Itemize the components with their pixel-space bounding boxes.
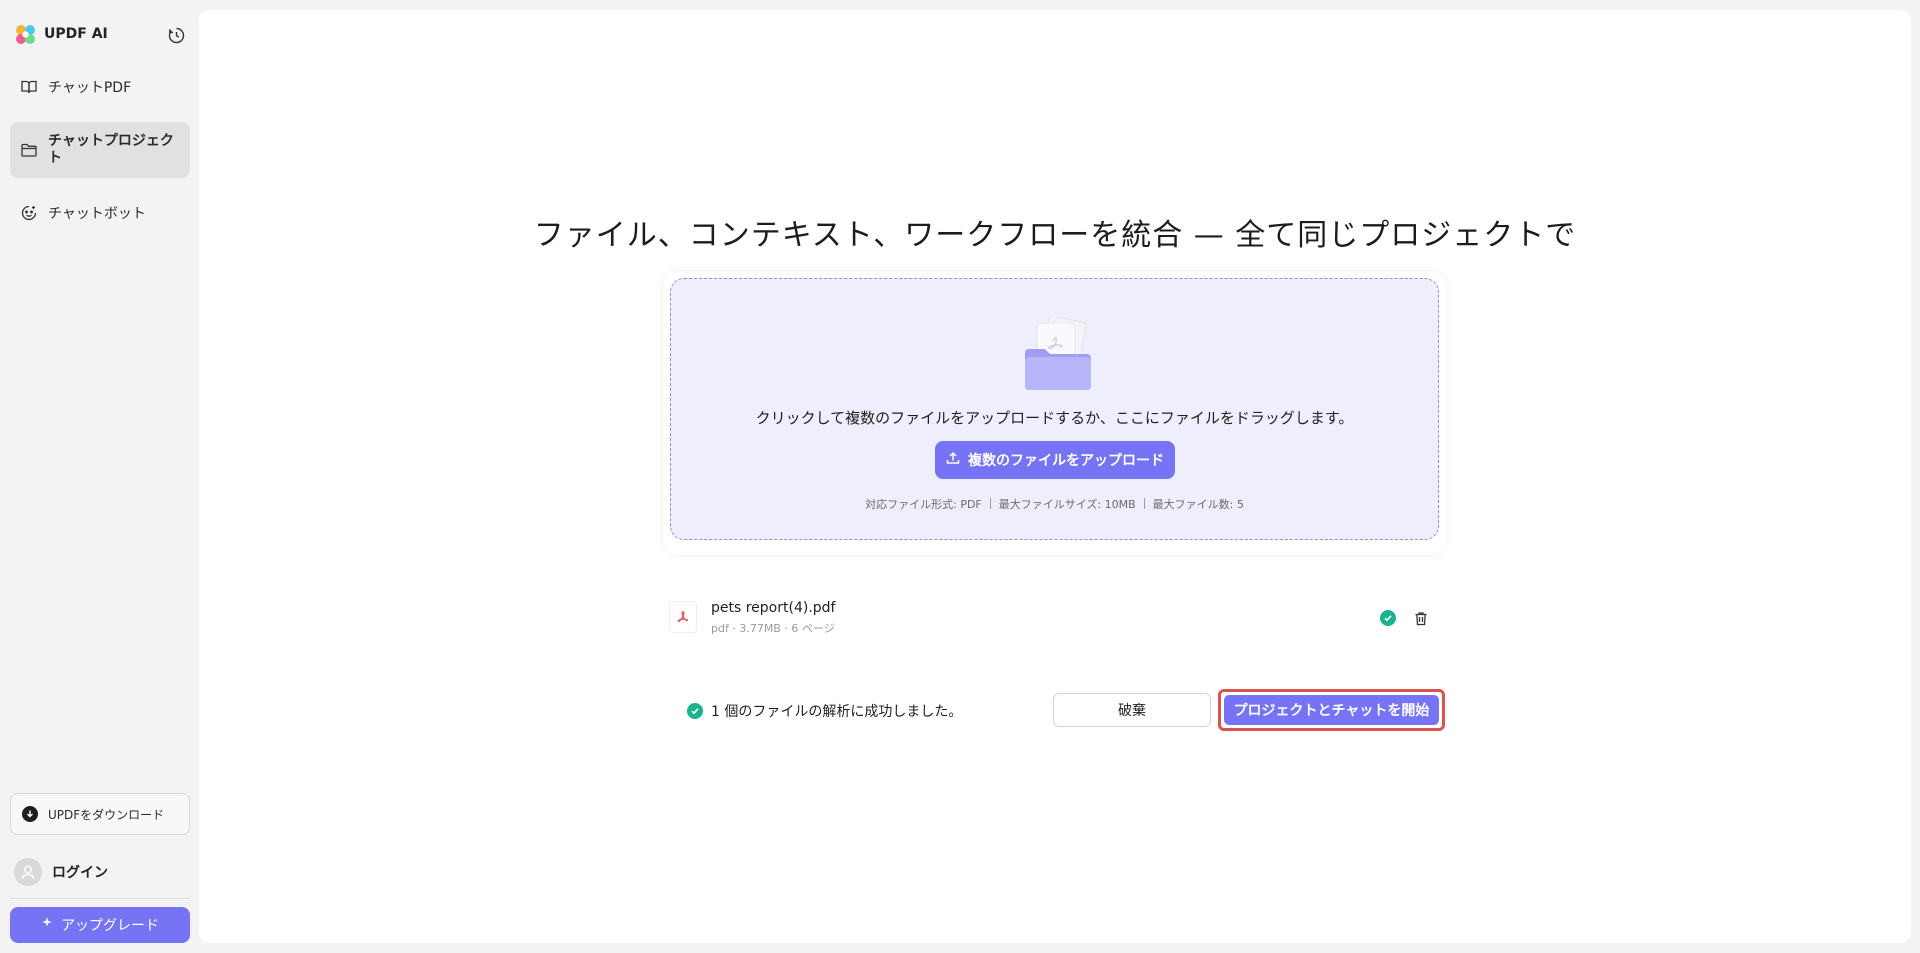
file-dropzone[interactable]: クリックして複数のファイルをアップロードするか、ここにファイルをドラッグします。…	[670, 278, 1439, 540]
divider	[10, 898, 190, 899]
download-label: UPDFをダウンロード	[48, 807, 165, 822]
sparkle-icon	[41, 917, 53, 933]
sidebar-item-chatbot[interactable]: チャットボット	[10, 200, 190, 226]
sidebar-item-chat-pdf[interactable]: チャットPDF	[10, 74, 190, 100]
download-updf-button[interactable]: UPDFをダウンロード	[10, 793, 190, 835]
status-text: 1 個のファイルの解析に成功しました。	[711, 704, 963, 720]
upload-icon	[946, 451, 960, 469]
trash-icon[interactable]	[1412, 609, 1430, 627]
sidebar-item-chat-project[interactable]: チャットプロジェクト	[10, 122, 190, 178]
pdf-file-icon	[669, 601, 697, 633]
login-label: ログイン	[52, 865, 108, 881]
parse-status: 1 個のファイルの解析に成功しました。	[687, 701, 962, 721]
page-title: ファイル、コンテキスト、ワークフローを統合 — 全て同じプロジェクトで	[533, 218, 1577, 253]
book-icon	[20, 78, 38, 96]
app-title: UPDF AI	[44, 26, 108, 42]
folder-icon	[20, 141, 38, 159]
updf-logo-icon	[15, 24, 36, 45]
sidebar: UPDF AI チャットPDF チャットプロジェクト チャットボット UPDFを…	[0, 0, 199, 953]
check-circle-icon	[687, 703, 703, 719]
history-icon[interactable]	[166, 25, 186, 45]
max-file-count: 最大ファイル数: 5	[1152, 498, 1244, 511]
dropzone-instruction: クリックして複数のファイルをアップロードするか、ここにファイルをドラッグします。	[755, 409, 1354, 427]
file-meta: pdf · 3.77MB · 6 ページ	[711, 622, 835, 635]
file-list-item: pets report(4).pdf pdf · 3.77MB · 6 ページ	[669, 597, 1439, 637]
sidebar-item-label: チャットボット	[48, 206, 146, 222]
download-icon	[22, 806, 38, 822]
login-button[interactable]: ログイン	[14, 858, 108, 886]
separator	[1143, 498, 1145, 509]
file-name: pets report(4).pdf	[711, 600, 836, 616]
upgrade-button[interactable]: アップグレード	[10, 907, 190, 943]
sidebar-item-label: チャットPDF	[48, 80, 132, 96]
start-button-highlight: プロジェクトとチャットを開始	[1218, 689, 1445, 731]
upload-button-label: 複数のファイルをアップロード	[968, 453, 1164, 469]
check-circle-icon	[1380, 610, 1396, 626]
main-panel: ファイル、コンテキスト、ワークフローを統合 — 全て同じプロジェクトで クリック…	[199, 10, 1911, 943]
folder-upload-icon	[1023, 316, 1093, 392]
supported-formats: 対応ファイル形式: PDF	[865, 498, 982, 511]
discard-button[interactable]: 破棄	[1053, 693, 1211, 727]
sidebar-item-label: チャットプロジェクト	[48, 133, 174, 166]
brand[interactable]: UPDF AI	[15, 22, 108, 46]
upload-card: クリックして複数のファイルをアップロードするか、ここにファイルをドラッグします。…	[663, 271, 1446, 555]
bot-icon	[20, 204, 38, 222]
upload-constraints: 対応ファイル形式: PDF 最大ファイルサイズ: 10MB 最大ファイル数: 5	[671, 496, 1438, 512]
upgrade-label: アップグレード	[61, 918, 159, 934]
max-file-size: 最大ファイルサイズ: 10MB	[998, 498, 1136, 511]
avatar	[14, 858, 42, 886]
upload-files-button[interactable]: 複数のファイルをアップロード	[935, 441, 1175, 479]
start-project-chat-button[interactable]: プロジェクトとチャットを開始	[1224, 695, 1439, 725]
separator	[989, 498, 991, 509]
